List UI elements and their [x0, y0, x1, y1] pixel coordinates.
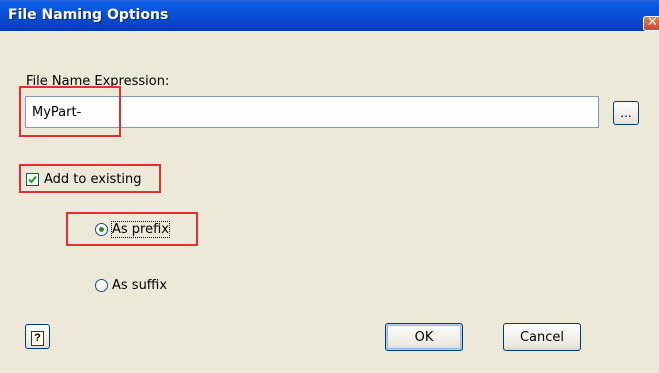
help-button[interactable]: ? [25, 324, 50, 349]
close-icon: ✕ [647, 15, 658, 30]
window-title: File Naming Options [8, 7, 169, 23]
ok-button[interactable]: OK [385, 323, 463, 351]
as-suffix-radio[interactable]: As suffix [95, 276, 167, 294]
as-prefix-label: As prefix [111, 220, 170, 238]
cancel-button[interactable]: Cancel [503, 323, 581, 351]
close-button[interactable]: ✕ [643, 15, 659, 31]
file-name-expression-input[interactable] [25, 96, 599, 128]
radio-unselected-icon [95, 278, 108, 292]
add-to-existing-label: Add to existing [44, 171, 142, 187]
file-name-expression-label: File Name Expression: [26, 74, 170, 89]
browse-button[interactable]: ... [613, 101, 639, 125]
add-to-existing-checkbox[interactable]: Add to existing [26, 170, 142, 188]
help-icon: ? [31, 330, 44, 346]
radio-selected-icon [95, 222, 108, 236]
as-suffix-label: As suffix [112, 277, 168, 293]
title-bar: File Naming Options ✕ [0, 0, 659, 31]
as-prefix-radio[interactable]: As prefix [95, 220, 170, 238]
checkbox-checked-icon [26, 172, 39, 186]
